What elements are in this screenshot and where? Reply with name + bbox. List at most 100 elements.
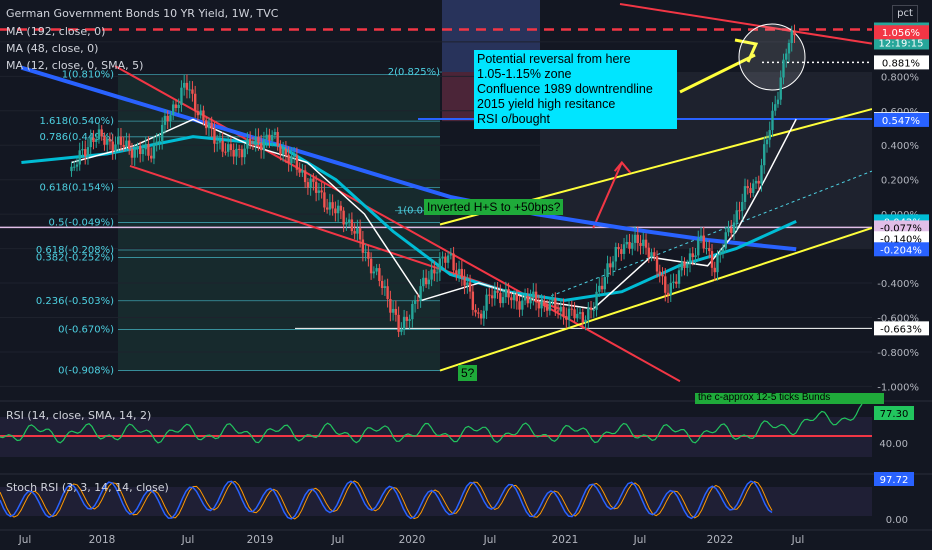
candle-body [675, 281, 678, 284]
candle-body [155, 141, 158, 145]
scale-unit-button[interactable]: pct [892, 5, 918, 23]
candle-body [389, 298, 392, 313]
candle-body [592, 309, 595, 311]
candle-body [180, 87, 183, 105]
candle-body [314, 181, 318, 193]
candle-body [752, 183, 755, 193]
time-axis-tick: 2018 [89, 534, 116, 546]
candle-body [576, 313, 579, 319]
ma-192-legend[interactable]: MA (192, close, 0) [6, 25, 105, 38]
candle-body [408, 319, 411, 321]
candle-body [721, 248, 725, 253]
candle-body [152, 144, 156, 159]
candle-body [727, 227, 730, 233]
candle-body [611, 261, 615, 268]
candle-body [724, 232, 727, 249]
inverted-hs-label: Inverted H+S to +50bps? [424, 199, 564, 215]
candle-body [224, 151, 227, 153]
candle-body [204, 120, 208, 129]
candle-body [545, 304, 549, 311]
candle-body [342, 210, 345, 225]
candle-body [438, 258, 442, 273]
candle-body [529, 298, 532, 304]
candle-body [240, 149, 244, 158]
price-tag-label: -0.204% [880, 245, 922, 256]
rsi-legend[interactable]: RSI (14, close, SMA, 14, 2) [6, 409, 151, 422]
candle-body [147, 143, 150, 156]
candle-body [449, 253, 453, 256]
candle-body [301, 170, 304, 173]
time-axis-tick: 2019 [247, 534, 274, 546]
candle-body [708, 248, 711, 252]
candle-body [600, 285, 604, 290]
candle-body [664, 276, 667, 293]
candle-body [295, 155, 299, 170]
chart-canvas[interactable]: 2.618(1.287%)2(0.825%)1(0.810%)1.618(0.5… [0, 0, 932, 550]
candle-body [501, 297, 505, 304]
candle-body [328, 202, 332, 210]
candle-body [100, 129, 103, 137]
candle-body [554, 298, 557, 311]
candle-body [570, 308, 574, 310]
candle-body [746, 186, 749, 189]
candle-body [507, 289, 510, 298]
ma-48-legend[interactable]: MA (48, close, 0) [6, 42, 98, 55]
uptrend-channel-bottom [439, 226, 873, 372]
candle-body [353, 231, 356, 234]
candle-body [400, 329, 403, 332]
candle-body [699, 235, 703, 239]
stoch-value: 97.72 [880, 475, 909, 486]
stoch-rsi-legend[interactable]: Stoch RSI (3, 3, 14, 14, close) [6, 481, 169, 494]
candle-body [713, 267, 716, 273]
candle-body [658, 271, 661, 275]
candle-body [705, 248, 708, 250]
candle-body [367, 251, 370, 259]
candle-body [416, 300, 420, 302]
candle-body [578, 312, 582, 314]
candle-body [378, 268, 381, 281]
candle-body [556, 310, 560, 312]
candle-body [226, 144, 230, 152]
candle-body [213, 128, 216, 144]
candle-body [320, 190, 323, 193]
candle-body [732, 222, 736, 233]
candle-body [617, 246, 620, 250]
candle-body [499, 292, 502, 304]
candle-body [125, 140, 128, 147]
candle-body [628, 241, 631, 249]
candle-body [488, 294, 491, 296]
candle-body [741, 201, 744, 212]
candle-body [532, 291, 535, 299]
candle-body [361, 239, 365, 253]
candle-body [603, 277, 606, 290]
fib-level-label: 1.618(0.540%) [39, 116, 114, 127]
time-axis-tick: Jul [331, 534, 345, 546]
candle-body [512, 293, 516, 301]
candle-body [757, 180, 760, 184]
candle-body [738, 210, 741, 212]
candle-body [466, 282, 469, 286]
candle-body [375, 268, 378, 272]
note-line: RSI o/bought [477, 112, 550, 126]
ma-12-legend[interactable]: MA (12, close, 0, SMA, 5) [6, 59, 143, 72]
candle-body [257, 136, 260, 144]
candle-body [589, 307, 593, 310]
time-axis-tick: Jul [483, 534, 497, 546]
candle-body [620, 249, 623, 254]
candle-body [405, 316, 409, 321]
fib-level-label: 0(-0.670%) [58, 325, 114, 336]
candle-body [229, 144, 233, 150]
candle-body [754, 180, 758, 184]
candle-body [182, 82, 186, 88]
candle-body [169, 115, 172, 122]
candle-body [279, 146, 282, 155]
candle-body [292, 155, 296, 157]
candle-body [347, 219, 351, 223]
candle-body [631, 242, 634, 249]
candle-body [559, 306, 563, 312]
candle-body [548, 301, 552, 311]
candle-body [284, 148, 288, 155]
candle-body [650, 252, 653, 258]
time-axis-tick: 2020 [399, 534, 426, 546]
candle-body [444, 256, 447, 263]
